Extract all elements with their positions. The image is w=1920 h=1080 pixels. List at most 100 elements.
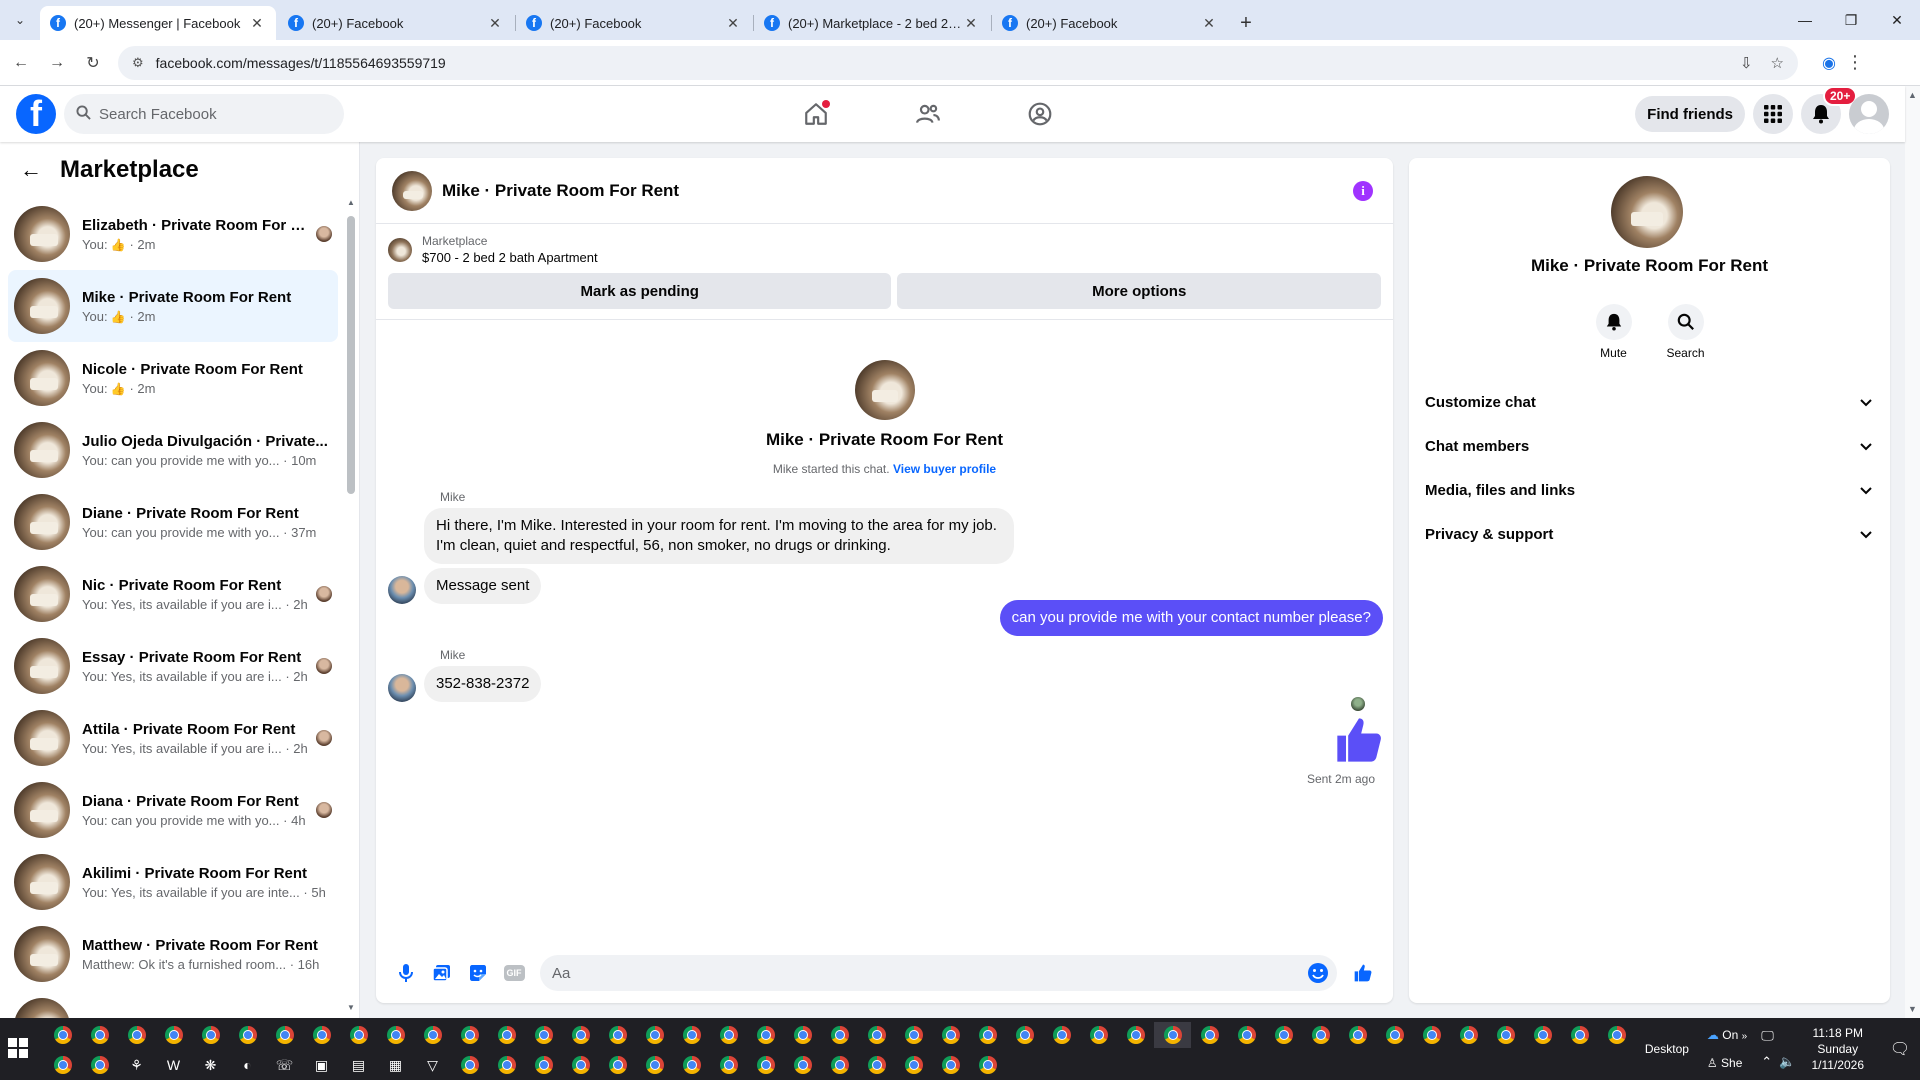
listing-thumbnail[interactable] bbox=[388, 237, 412, 262]
action-center-icon[interactable]: 🗨 bbox=[1880, 1039, 1920, 1059]
taskbar-chrome-window[interactable] bbox=[525, 1052, 562, 1078]
close-tab-icon[interactable]: ✕ bbox=[486, 15, 504, 32]
taskbar-app[interactable]: ▤ bbox=[340, 1052, 377, 1078]
taskbar-chrome-window[interactable] bbox=[488, 1022, 525, 1048]
taskbar-chrome-window[interactable] bbox=[821, 1052, 858, 1078]
taskbar-app[interactable]: ▦ bbox=[377, 1052, 414, 1078]
taskbar-chrome-window[interactable] bbox=[229, 1022, 266, 1048]
taskbar-chrome-window[interactable] bbox=[118, 1022, 155, 1048]
taskbar-chrome-window[interactable] bbox=[303, 1022, 340, 1048]
taskbar-chrome-window[interactable] bbox=[562, 1052, 599, 1078]
taskbar-chrome-window[interactable] bbox=[1080, 1022, 1117, 1048]
nav-friends[interactable] bbox=[872, 86, 984, 142]
browser-tab-facebook-3[interactable]: f (20+) Facebook ✕ bbox=[992, 6, 1228, 40]
view-buyer-profile-link[interactable]: View buyer profile bbox=[893, 462, 996, 476]
mute-action[interactable]: Mute bbox=[1594, 304, 1634, 360]
notifications-button[interactable]: 20+ bbox=[1801, 86, 1858, 134]
taskbar-chrome-window[interactable] bbox=[821, 1022, 858, 1048]
nav-home[interactable] bbox=[760, 86, 872, 142]
bookmark-star-icon[interactable]: ☆ bbox=[1771, 54, 1784, 72]
browser-tab-marketplace[interactable]: f (20+) Marketplace - 2 bed 2 ba ✕ bbox=[754, 6, 992, 40]
find-friends-button[interactable]: Find friends bbox=[1635, 96, 1745, 132]
taskbar-app[interactable]: W bbox=[155, 1052, 192, 1078]
taskbar-chrome-window[interactable] bbox=[1524, 1022, 1561, 1048]
taskbar-chrome-window[interactable] bbox=[673, 1052, 710, 1078]
taskbar-chrome-window[interactable] bbox=[377, 1022, 414, 1048]
conversation-info-icon[interactable]: i bbox=[1353, 181, 1373, 201]
attach-media-button[interactable] bbox=[424, 955, 460, 991]
site-settings-icon[interactable]: ⚙ bbox=[132, 55, 144, 71]
conversation-item[interactable]: Essay · Private Room For Rent You: Yes, i… bbox=[8, 630, 338, 702]
taskbar-app[interactable]: ▽ bbox=[414, 1052, 451, 1078]
taskbar-chrome-window[interactable] bbox=[451, 1022, 488, 1048]
taskbar-chrome-window[interactable] bbox=[81, 1022, 118, 1048]
taskbar-chrome-window[interactable] bbox=[1154, 1022, 1191, 1048]
close-tab-icon[interactable]: ✕ bbox=[248, 15, 266, 32]
taskbar-chrome-window[interactable] bbox=[932, 1022, 969, 1048]
taskbar-chrome-window[interactable] bbox=[155, 1022, 192, 1048]
taskbar-chrome-window[interactable] bbox=[858, 1022, 895, 1048]
taskbar-app[interactable]: ❋ bbox=[192, 1052, 229, 1078]
conversation-item[interactable]: Julio Ojeda Divulgación · Private... You:… bbox=[8, 414, 338, 486]
taskbar-chrome-window[interactable] bbox=[599, 1022, 636, 1048]
thumbs-up-sticker-icon[interactable] bbox=[1333, 714, 1385, 766]
taskbar-chrome-window[interactable] bbox=[1413, 1022, 1450, 1048]
conversation-item[interactable]: Attila · Private Room For Rent You: Yes, … bbox=[8, 702, 338, 774]
taskbar-chrome-window[interactable] bbox=[969, 1022, 1006, 1048]
conversation-item[interactable]: Diane · Private Room For Rent You: can yo… bbox=[8, 486, 338, 558]
taskbar-chrome-window[interactable] bbox=[1376, 1022, 1413, 1048]
incoming-message-bubble[interactable]: 352-838-2372 bbox=[424, 666, 542, 702]
listing-title[interactable]: $700 - 2 bed 2 bath Apartment bbox=[422, 250, 598, 265]
chrome-menu-icon[interactable]: ⋮ bbox=[1842, 50, 1868, 76]
taskbar-chrome-window[interactable] bbox=[710, 1022, 747, 1048]
install-app-icon[interactable]: ⇩ bbox=[1740, 54, 1753, 72]
taskbar-chrome-window[interactable] bbox=[858, 1052, 895, 1078]
show-hidden-icons-chevron-icon[interactable]: ⌃ 🔈 bbox=[1761, 1049, 1795, 1075]
taskbar-chrome-window[interactable] bbox=[784, 1052, 821, 1078]
scroll-down-arrow-icon[interactable]: ▼ bbox=[1908, 1004, 1917, 1014]
taskbar-chrome-window[interactable] bbox=[525, 1022, 562, 1048]
sender-avatar[interactable] bbox=[388, 576, 416, 604]
taskbar-chrome-window[interactable] bbox=[192, 1022, 229, 1048]
message-input[interactable]: Aa bbox=[540, 955, 1337, 991]
taskbar-chrome-window[interactable] bbox=[414, 1022, 451, 1048]
new-tab-plus-icon[interactable]: + bbox=[1230, 6, 1262, 40]
conversation-item[interactable]: Akilimi · Private Room For Rent You: Yes,… bbox=[8, 846, 338, 918]
close-window-icon[interactable]: ✕ bbox=[1874, 0, 1920, 40]
taskbar-chrome-window[interactable] bbox=[1450, 1022, 1487, 1048]
scroll-up-arrow-icon[interactable]: ▲ bbox=[1908, 90, 1917, 100]
info-avatar[interactable] bbox=[1611, 176, 1683, 248]
chat-members-section[interactable]: Chat members bbox=[1425, 424, 1874, 468]
taskbar-chrome-window[interactable] bbox=[1561, 1022, 1598, 1048]
menu-grid-button[interactable] bbox=[1753, 94, 1793, 134]
network-icon[interactable]: 🖵 bbox=[1761, 1023, 1795, 1049]
address-bar[interactable]: ⚙ facebook.com/messages/t/11855646935597… bbox=[118, 45, 1798, 80]
chrome-profile-icon[interactable]: ◉ bbox=[1816, 50, 1842, 76]
voice-clip-button[interactable] bbox=[388, 955, 424, 991]
taskbar-chrome-window[interactable] bbox=[1302, 1022, 1339, 1048]
customize-chat-section[interactable]: Customize chat bbox=[1425, 380, 1874, 424]
taskbar-chrome-window[interactable] bbox=[451, 1052, 488, 1078]
back-arrow-icon[interactable]: ← bbox=[6, 48, 36, 78]
search-in-conversation-action[interactable]: Search bbox=[1666, 304, 1706, 360]
emoji-icon[interactable] bbox=[1307, 962, 1329, 984]
taskbar-chrome-window[interactable] bbox=[599, 1052, 636, 1078]
facebook-logo-icon[interactable]: f bbox=[16, 94, 56, 134]
taskbar-chrome-window[interactable] bbox=[673, 1022, 710, 1048]
facebook-search-input[interactable]: Search Facebook bbox=[64, 94, 344, 134]
tab-search-chevron-icon[interactable]: ⌄ bbox=[0, 0, 40, 40]
scroll-up-arrow-icon[interactable]: ▲ bbox=[347, 198, 355, 207]
taskbar-app[interactable]: ⚘ bbox=[118, 1052, 155, 1078]
taskbar-chrome-window[interactable] bbox=[747, 1052, 784, 1078]
close-tab-icon[interactable]: ✕ bbox=[1200, 15, 1218, 32]
taskbar-chrome-window[interactable] bbox=[895, 1022, 932, 1048]
chat-avatar[interactable] bbox=[392, 170, 432, 211]
taskbar-chrome-window[interactable] bbox=[44, 1052, 81, 1078]
taskbar-chrome-window[interactable] bbox=[1487, 1022, 1524, 1048]
chat-title[interactable]: Mike · Private Room For Rent bbox=[442, 181, 679, 201]
gif-button[interactable]: GIF bbox=[496, 955, 532, 991]
taskbar-app[interactable]: ☏ bbox=[266, 1052, 303, 1078]
media-files-links-section[interactable]: Media, files and links bbox=[1425, 468, 1874, 512]
back-arrow-icon[interactable]: ← bbox=[20, 157, 42, 183]
taskbar-chrome-window[interactable] bbox=[895, 1052, 932, 1078]
